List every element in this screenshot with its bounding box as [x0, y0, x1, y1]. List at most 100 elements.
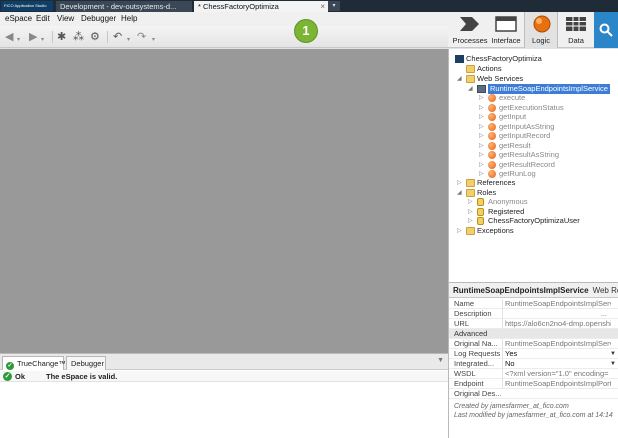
tab-development[interactable]: Development - dev-outsystems-d... — [56, 1, 192, 12]
method-icon — [488, 123, 496, 131]
chevron-down-icon[interactable]: ▾ — [17, 34, 20, 46]
property-row[interactable]: Log Requests Yes ▼ — [449, 349, 618, 359]
branch-icon[interactable]: ⚙ — [90, 31, 100, 43]
property-value[interactable]: ... — [502, 309, 611, 319]
property-value[interactable]: <?xml version="1.0" encoding= ... — [502, 369, 611, 379]
property-row[interactable]: Description... — [449, 309, 618, 319]
data-icon — [566, 17, 586, 31]
lock-icon — [477, 208, 484, 216]
search-button[interactable] — [594, 12, 618, 48]
menu-espace[interactable]: eSpace — [5, 14, 32, 23]
folder-icon — [466, 65, 475, 73]
method-icon — [488, 161, 496, 169]
chevron-down-icon[interactable]: ▾ — [127, 34, 130, 46]
mode-label: Processes — [452, 36, 488, 45]
property-key: Description — [454, 309, 492, 318]
modified-by-text: Last modified by jamesfarmer_at_fico.com… — [454, 412, 613, 419]
dropdown-icon[interactable]: ▼ — [610, 349, 616, 359]
tab-logic[interactable]: Logic — [524, 12, 558, 48]
method-icon — [488, 132, 496, 140]
properties-header: RuntimeSoapEndpointsImplServiceWeb Re — [449, 283, 618, 298]
folder-icon — [466, 179, 475, 187]
tab-processes[interactable]: Processes — [452, 12, 488, 48]
message-text: The eSpace is valid. — [46, 372, 118, 381]
property-value[interactable]: RuntimeSoapEndpointsImplService — [502, 339, 611, 349]
property-row[interactable]: Original Des... — [449, 389, 618, 399]
expand-icon[interactable]: ◢ — [457, 188, 462, 198]
undo-icon[interactable]: ↶ — [113, 31, 122, 43]
mode-label: Data — [568, 36, 584, 45]
search-icon — [599, 23, 613, 37]
property-value[interactable]: No — [502, 359, 611, 369]
property-key: Advanced — [454, 329, 488, 338]
tab-label: TrueChange™ — [16, 359, 66, 368]
dropdown-icon[interactable]: ▼ — [610, 359, 616, 369]
property-key: Original Na... — [454, 339, 498, 348]
lock-icon — [477, 217, 484, 225]
editor-canvas[interactable] — [0, 49, 448, 353]
menu-help[interactable]: Help — [121, 14, 137, 23]
method-icon — [488, 104, 496, 112]
folder-icon — [466, 75, 475, 83]
tree-label: ChessFactoryOptimiza — [466, 54, 542, 63]
chevron-down-icon[interactable]: ▾ — [41, 34, 44, 46]
toolbar: ◀ ▾ ▶ ▾ ✱ ⁂ ⚙ ↶ ▾ ↷ ▾ — [0, 26, 448, 48]
property-value[interactable]: Yes — [502, 349, 611, 359]
property-value[interactable]: https://alo6cn2no4-dmp.openshift — [502, 319, 611, 329]
lock-icon — [477, 198, 484, 206]
menu-debugger[interactable]: Debugger — [81, 14, 116, 23]
property-key: Log Requests — [454, 349, 501, 358]
property-row[interactable]: Endpoint RuntimeSoapEndpointsImplPortBin — [449, 379, 618, 389]
tree-label: execute — [499, 93, 526, 102]
web-service-icon — [477, 85, 486, 93]
back-icon[interactable]: ◀ — [5, 31, 13, 43]
check-icon: ✓ — [3, 372, 12, 381]
property-row[interactable]: Original Na... RuntimeSoapEndpointsImplSe… — [449, 339, 618, 349]
property-key: Original Des... — [454, 389, 502, 398]
message-row[interactable]: ✓ Ok The eSpace is valid. — [0, 371, 448, 382]
gear-icon[interactable]: ✱ — [57, 31, 66, 43]
chevron-down-icon[interactable]: ▾ — [152, 34, 155, 46]
property-row[interactable]: WSDL <?xml version="1.0" encoding= ... — [449, 369, 618, 379]
mode-bar: Processes Interface Logic Data — [448, 12, 618, 48]
method-icon — [488, 151, 496, 159]
expand-icon[interactable]: ◢ — [468, 84, 473, 94]
property-row[interactable]: URL https://alo6cn2no4-dmp.openshift — [449, 319, 618, 329]
bottom-tabs: ✓ TrueChange™ Debugger ▼ — [0, 354, 448, 370]
forward-icon[interactable]: ▶ — [29, 31, 37, 43]
tab-debugger[interactable]: Debugger — [66, 356, 106, 370]
tab-label: Debugger — [71, 359, 104, 368]
folder-icon — [466, 189, 475, 197]
tab-truechange[interactable]: ✓ TrueChange™ — [2, 356, 66, 370]
expand-icon[interactable]: ◢ — [457, 74, 462, 84]
tree-label: Anonymous — [488, 197, 528, 206]
tab-list-icon[interactable]: ▾ — [328, 1, 340, 11]
title-bar: FICO Application Studio Development - de… — [0, 0, 618, 12]
tree-label: getResultAsString — [499, 150, 560, 159]
step-badge: 1 — [295, 20, 317, 42]
collapse-icon[interactable]: ▼ — [437, 357, 444, 364]
tab-label: Development - dev-outsystems-d... — [60, 2, 177, 11]
tree-label: getInputRecord — [499, 131, 551, 140]
tab-interface[interactable]: Interface — [489, 12, 523, 48]
menu-bar: eSpace Edit View Debugger Help — [0, 12, 448, 26]
menu-view[interactable]: View — [57, 14, 74, 23]
property-value[interactable]: RuntimeSoapEndpointsImplPortBin — [502, 379, 611, 389]
method-icon — [488, 170, 496, 178]
tab-chessfactory[interactable]: * ChessFactoryOptimiza × — [194, 1, 328, 12]
tree-label: References — [477, 178, 516, 187]
property-row[interactable]: Name RuntimeSoapEndpointsImplService — [449, 299, 618, 309]
property-row[interactable]: Integrated... No ▼ — [449, 359, 618, 369]
method-icon — [488, 142, 496, 150]
properties-panel: RuntimeSoapEndpointsImplServiceWeb Re Na… — [448, 282, 618, 438]
tab-data[interactable]: Data — [559, 12, 593, 48]
logic-icon — [533, 15, 551, 33]
expand-icon[interactable]: ▷ — [457, 226, 462, 236]
redo-icon[interactable]: ↷ — [137, 31, 146, 43]
menu-edit[interactable]: Edit — [36, 14, 50, 23]
close-icon[interactable]: × — [320, 1, 325, 12]
flow-icon[interactable]: ⁂ — [73, 31, 84, 43]
property-value[interactable]: RuntimeSoapEndpointsImplService — [502, 299, 611, 309]
expand-icon[interactable]: ▷ — [457, 178, 462, 188]
property-key: Endpoint — [454, 379, 484, 388]
